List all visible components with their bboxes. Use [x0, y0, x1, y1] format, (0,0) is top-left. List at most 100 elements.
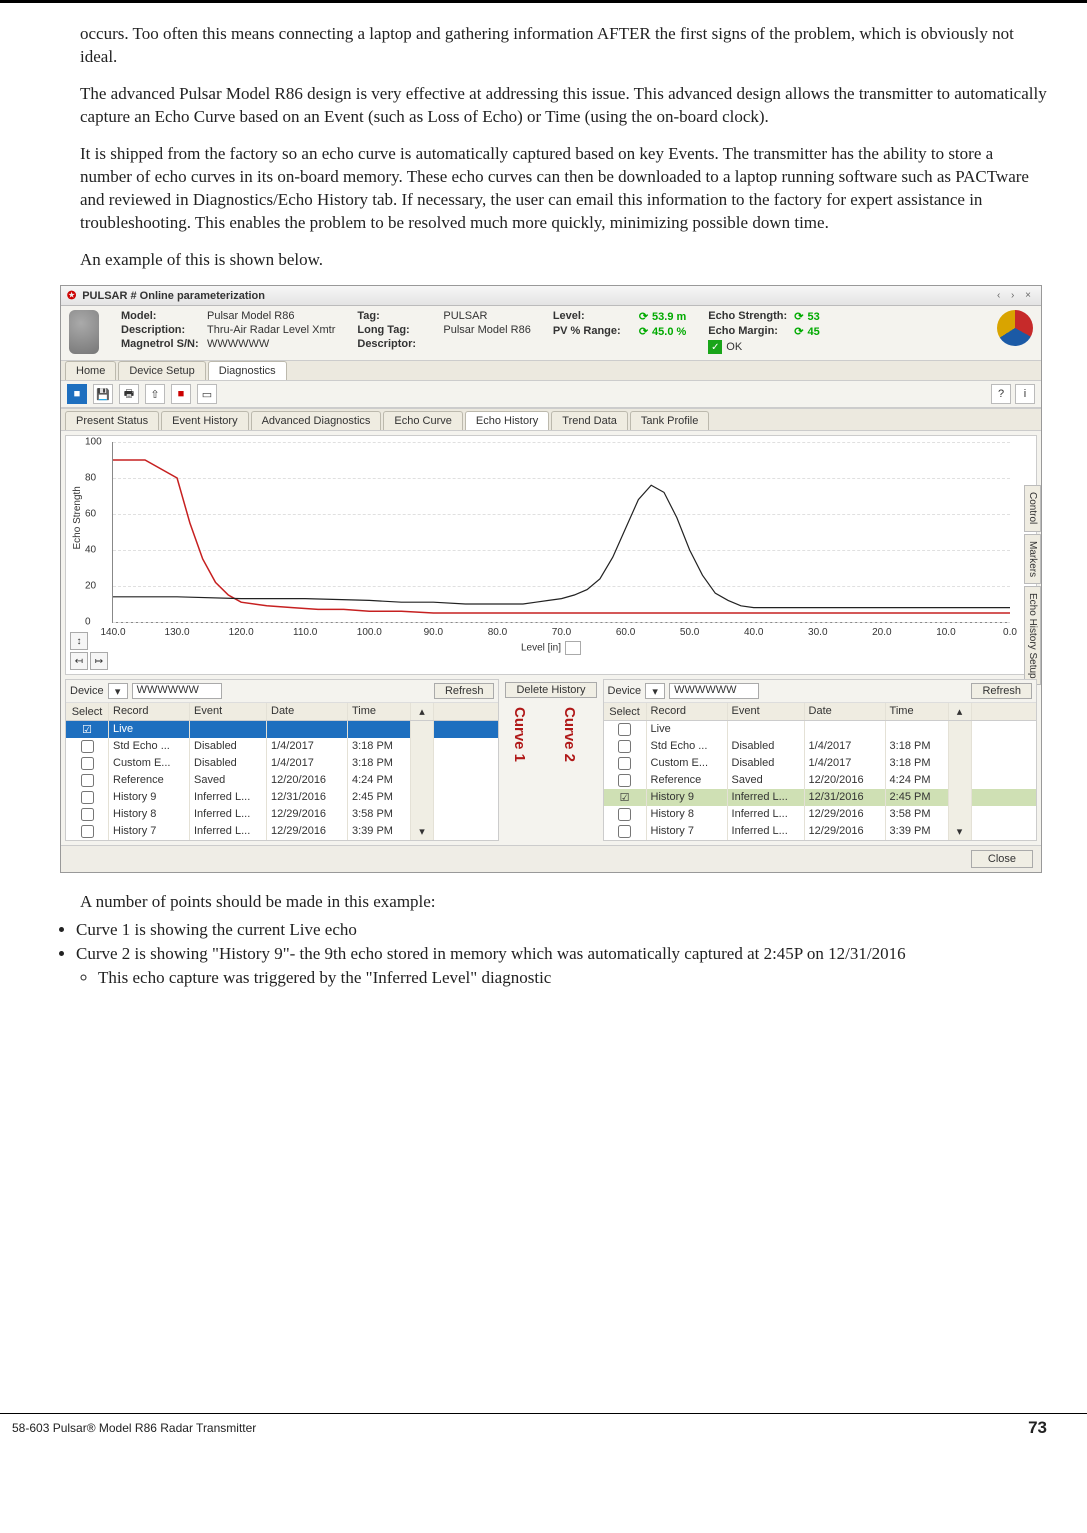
window-controls[interactable]: ‹ › × — [997, 290, 1035, 301]
row-checkbox-checked-icon[interactable]: ☑ — [620, 791, 630, 804]
device-label: Device — [70, 685, 104, 697]
chart-xtick: 120.0 — [229, 627, 254, 638]
cell-ev: Inferred L... — [728, 806, 805, 823]
sidetab-echo-history-setup[interactable]: Echo History Setup — [1024, 586, 1041, 686]
subtab-trend-data[interactable]: Trend Data — [551, 411, 628, 430]
device-select-icon-2[interactable]: ▾ — [645, 683, 665, 699]
scroll-up-icon[interactable]: ▴ — [411, 703, 434, 720]
chart-xtick: 130.0 — [165, 627, 190, 638]
toolbar-save-icon[interactable]: 💾 — [93, 384, 113, 404]
table-row[interactable]: ☑Live — [66, 721, 498, 738]
delete-history-button[interactable]: Delete History — [505, 682, 596, 698]
table-row[interactable]: Std Echo ...Disabled1/4/20173:18 PM — [66, 738, 498, 755]
scroll-down-icon[interactable]: ▾ — [411, 823, 434, 840]
refresh-button-2[interactable]: Refresh — [971, 683, 1032, 699]
table-row[interactable]: History 8Inferred L...12/29/20163:58 PM — [604, 806, 1036, 823]
toolbar-info-icon[interactable]: i — [1015, 384, 1035, 404]
chart-nav-left-icon[interactable]: ↤ — [70, 652, 88, 670]
refresh-button-1[interactable]: Refresh — [434, 683, 495, 699]
list-panel-curve2: Device ▾ WWWWWW Refresh Select Record Ev… — [603, 679, 1037, 841]
cell-rec: Std Echo ... — [109, 738, 190, 755]
row-checkbox[interactable] — [618, 723, 631, 736]
cell-dt — [805, 721, 886, 738]
row-checkbox[interactable] — [618, 757, 631, 770]
row-checkbox[interactable] — [81, 740, 94, 753]
row-checkbox-checked-icon[interactable]: ☑ — [82, 723, 92, 736]
table-row[interactable]: ☑History 9Inferred L...12/31/20162:45 PM — [604, 789, 1036, 806]
device-value-2: WWWWWW — [669, 683, 759, 699]
cell-tm: 3:39 PM — [348, 823, 411, 840]
scroll-down-icon[interactable]: ▾ — [949, 823, 972, 840]
row-checkbox[interactable] — [618, 825, 631, 838]
scroll-up-icon-2[interactable]: ▴ — [949, 703, 972, 720]
table-row[interactable]: History 8Inferred L...12/29/20163:58 PM — [66, 806, 498, 823]
table-row[interactable]: History 7Inferred L...12/29/20163:39 PM▾ — [66, 823, 498, 840]
body-text: occurs. Too often this means connecting … — [60, 23, 1047, 271]
top-tabs: Home Device Setup Diagnostics — [61, 360, 1041, 381]
table-row[interactable]: ReferenceSaved12/20/20164:24 PM — [66, 772, 498, 789]
tab-device-setup[interactable]: Device Setup — [118, 361, 205, 380]
cell-tm: 3:58 PM — [348, 806, 411, 823]
toolbar-help-icon[interactable]: ? — [991, 384, 1011, 404]
chart-xtick: 110.0 — [293, 627, 317, 638]
tab-home[interactable]: Home — [65, 361, 116, 380]
sidetab-control[interactable]: Control — [1024, 485, 1041, 531]
subtab-echo-history[interactable]: Echo History — [465, 411, 549, 430]
col-date-2: Date — [805, 703, 886, 720]
scroll-spacer — [411, 772, 434, 789]
cell-ev: Inferred L... — [728, 823, 805, 840]
chart-ytick: 80 — [85, 473, 96, 484]
chart-ytick: 100 — [85, 437, 102, 448]
sidetab-markers[interactable]: Markers — [1024, 534, 1041, 584]
row-checkbox[interactable] — [81, 774, 94, 787]
chart-unit-select[interactable] — [565, 641, 581, 655]
table-row[interactable]: Custom E...Disabled1/4/20173:18 PM — [604, 755, 1036, 772]
table-row[interactable]: Std Echo ...Disabled1/4/20173:18 PM — [604, 738, 1036, 755]
cell-tm — [348, 721, 411, 738]
table-row[interactable]: History 7Inferred L...12/29/20163:39 PM▾ — [604, 823, 1036, 840]
tab-diagnostics[interactable]: Diagnostics — [208, 361, 287, 380]
scroll-spacer — [949, 738, 972, 755]
chart-nav-right-icon[interactable]: ↦ — [90, 652, 108, 670]
subtab-event-history[interactable]: Event History — [161, 411, 248, 430]
toolbar-new-icon[interactable]: ■ — [67, 384, 87, 404]
chart-xtick: 40.0 — [744, 627, 763, 638]
row-checkbox[interactable] — [618, 740, 631, 753]
table-row[interactable]: ReferenceSaved12/20/20164:24 PM — [604, 772, 1036, 789]
table-row[interactable]: Live — [604, 721, 1036, 738]
paragraph-4: An example of this is shown below. — [60, 249, 1047, 272]
chart-nav-up-icon[interactable]: ↕ — [70, 632, 88, 650]
col-record: Record — [109, 703, 190, 720]
toolbar-print-icon[interactable]: 🖶 — [119, 384, 139, 404]
row-checkbox[interactable] — [81, 825, 94, 838]
close-button[interactable]: Close — [971, 850, 1033, 868]
bullet-curve1: Curve 1 is showing the current Live echo — [76, 920, 1047, 940]
echostrength-value: ⟳53 — [794, 310, 819, 323]
row-checkbox[interactable] — [81, 757, 94, 770]
table-row[interactable]: Custom E...Disabled1/4/20173:18 PM — [66, 755, 498, 772]
cell-dt: 1/4/2017 — [267, 755, 348, 772]
cell-rec: History 7 — [647, 823, 728, 840]
cell-tm: 3:58 PM — [886, 806, 949, 823]
chart-ytick: 0 — [85, 617, 91, 628]
subtab-echo-curve[interactable]: Echo Curve — [383, 411, 462, 430]
row-checkbox[interactable] — [618, 774, 631, 787]
subtab-adv-diagnostics[interactable]: Advanced Diagnostics — [251, 411, 382, 430]
cell-ev: Inferred L... — [190, 789, 267, 806]
chart-xtick: 20.0 — [872, 627, 891, 638]
cell-ev: Disabled — [190, 755, 267, 772]
device-select-icon[interactable]: ▾ — [108, 683, 128, 699]
row-checkbox[interactable] — [81, 791, 94, 804]
cell-tm: 3:18 PM — [348, 755, 411, 772]
row-checkbox[interactable] — [618, 808, 631, 821]
subtab-present-status[interactable]: Present Status — [65, 411, 159, 430]
row-checkbox[interactable] — [81, 808, 94, 821]
toolbar-upload-icon[interactable]: ⇧ — [145, 384, 165, 404]
cell-ev — [728, 721, 805, 738]
toolbar-stop-icon[interactable]: ■ — [171, 384, 191, 404]
chart-ytick: 40 — [85, 545, 96, 556]
subtab-tank-profile[interactable]: Tank Profile — [630, 411, 709, 430]
toolbar-misc-icon[interactable]: ▭ — [197, 384, 217, 404]
table-row[interactable]: History 9Inferred L...12/31/20162:45 PM — [66, 789, 498, 806]
toolbar: ■ 💾 🖶 ⇧ ■ ▭ ? i — [61, 381, 1041, 408]
